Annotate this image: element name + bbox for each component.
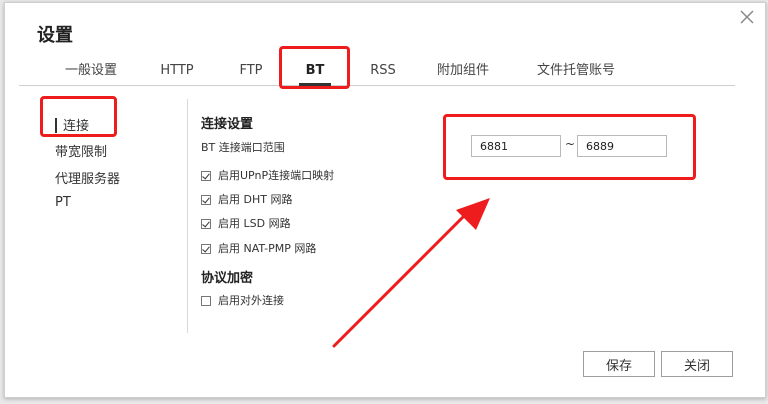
sidebar-item-label: 连接 <box>63 119 90 134</box>
tab-rss[interactable]: RSS <box>363 49 403 85</box>
sidebar-item-proxy[interactable]: 代理服务器 <box>55 168 120 187</box>
tab-addons[interactable]: 附加组件 <box>431 49 495 85</box>
port-separator: ~ <box>565 137 576 151</box>
port-to-input[interactable] <box>577 135 667 157</box>
outgoing-connection-checkbox[interactable]: 启用对外连接 <box>201 292 284 308</box>
checkbox-unchecked-icon <box>201 296 211 306</box>
sidebar-item-bandwidth[interactable]: 带宽限制 <box>55 141 107 160</box>
tab-general[interactable]: 一般设置 <box>59 49 123 85</box>
port-from-input[interactable] <box>471 135 561 157</box>
sidebar-item-pt[interactable]: PT <box>55 195 71 210</box>
tab-ftp[interactable]: FTP <box>231 49 271 85</box>
sidebar-item-label: PT <box>55 195 71 210</box>
nat-pmp-checkbox[interactable]: 启用 NAT-PMP 网路 <box>201 240 316 256</box>
dialog-title: 设置 <box>37 25 73 46</box>
encryption-heading: 协议加密 <box>201 271 254 286</box>
sidebar-item-connection[interactable]: 连接 <box>55 115 89 134</box>
port-range-label: BT 连接端口范围 <box>201 141 285 154</box>
close-icon[interactable] <box>739 9 755 25</box>
save-button[interactable]: 保存 <box>583 351 655 377</box>
upnp-checkbox[interactable]: 启用UPnP连接端口映射 <box>201 167 334 183</box>
checkbox-label: 启用 LSD 网路 <box>218 217 291 230</box>
checkbox-label: 启用对外连接 <box>218 294 284 307</box>
settings-dialog: 设置 一般设置 HTTP FTP BT RSS 附加组件 文件托管账号 连接 带… <box>4 2 766 398</box>
connection-heading: 连接设置 <box>201 117 254 132</box>
active-indicator <box>55 118 57 133</box>
checkbox-checked-icon <box>201 244 211 254</box>
checkbox-checked-icon <box>201 171 211 181</box>
sidebar-item-label: 代理服务器 <box>55 172 121 187</box>
tab-http[interactable]: HTTP <box>151 49 203 85</box>
checkbox-checked-icon <box>201 195 211 205</box>
tab-bar: 一般设置 HTTP FTP BT RSS 附加组件 文件托管账号 <box>19 49 735 86</box>
checkbox-label: 启用 NAT-PMP 网路 <box>218 242 317 255</box>
dht-checkbox[interactable]: 启用 DHT 网路 <box>201 191 292 207</box>
checkbox-label: 启用UPnP连接端口映射 <box>218 169 335 182</box>
tab-file-hosting-accounts[interactable]: 文件托管账号 <box>531 49 621 85</box>
sidebar-item-label: 带宽限制 <box>55 145 108 160</box>
close-button[interactable]: 关闭 <box>661 351 733 377</box>
tab-bt[interactable]: BT <box>295 49 335 86</box>
lsd-checkbox[interactable]: 启用 LSD 网路 <box>201 215 291 231</box>
checkbox-checked-icon <box>201 219 211 229</box>
checkbox-label: 启用 DHT 网路 <box>218 193 293 206</box>
section-divider <box>187 99 188 333</box>
